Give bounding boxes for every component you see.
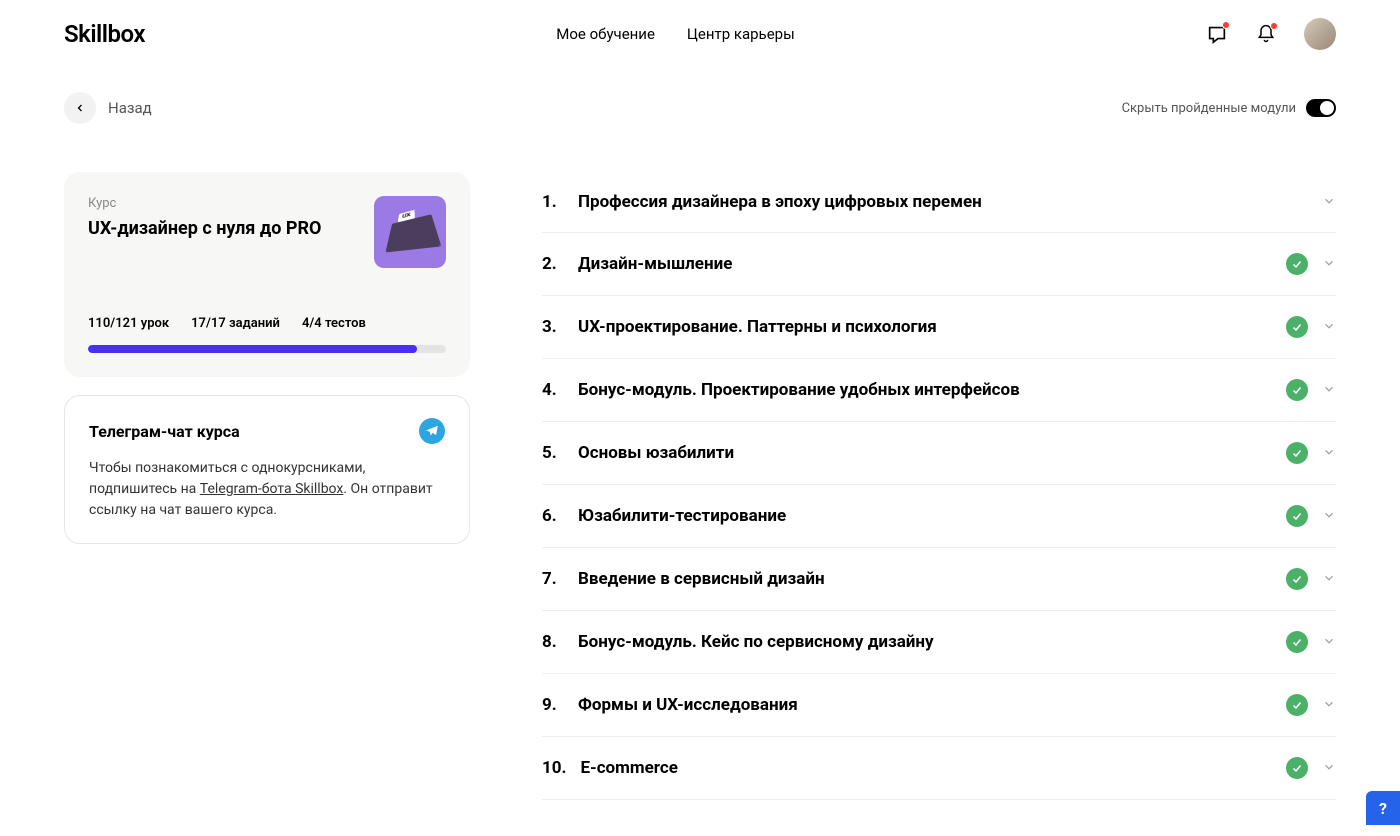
- chevron-down-icon: [1322, 381, 1336, 400]
- module-title: E-commerce: [580, 758, 677, 778]
- toggle-switch[interactable]: [1306, 99, 1336, 117]
- course-label: Курс: [88, 196, 321, 211]
- chevron-down-icon: [1322, 633, 1336, 652]
- content: Курс UX-дизайнер с нуля до PRO 110/121 у…: [0, 136, 1400, 836]
- stat-tests: 4/4 тестов: [302, 316, 366, 331]
- telegram-text: Чтобы познакомиться с однокурсниками, по…: [89, 458, 445, 521]
- chevron-down-icon: [1322, 570, 1336, 589]
- help-button[interactable]: ?: [1366, 791, 1400, 825]
- sidebar: Курс UX-дизайнер с нуля до PRO 110/121 у…: [64, 172, 470, 544]
- nav-links: Мое обучение Центр карьеры: [556, 25, 794, 43]
- chevron-down-icon: [1322, 696, 1336, 715]
- module-row[interactable]: 1. Профессия дизайнера в эпоху цифровых п…: [542, 172, 1336, 233]
- chat-badge-dot: [1222, 21, 1230, 29]
- header: Skillbox Мое обучение Центр карьеры: [0, 0, 1400, 68]
- check-icon: [1286, 505, 1308, 527]
- module-row[interactable]: 4. Бонус-модуль. Проектирование удобных и…: [542, 359, 1336, 422]
- hide-completed-toggle: Скрыть пройденные модули: [1122, 99, 1336, 117]
- back-button[interactable]: Назад: [64, 92, 152, 124]
- chat-icon[interactable]: [1206, 23, 1228, 45]
- bell-badge-dot: [1270, 22, 1278, 30]
- module-row[interactable]: 6. Юзабилити-тестирование: [542, 485, 1336, 548]
- check-icon: [1286, 316, 1308, 338]
- nav-career-center[interactable]: Центр карьеры: [687, 25, 795, 43]
- module-row[interactable]: 8. Бонус-модуль. Кейс по сервисному дизай…: [542, 611, 1336, 674]
- telegram-card: Телеграм-чат курса Чтобы познакомиться с…: [64, 395, 470, 544]
- chevron-down-icon: [1322, 193, 1336, 212]
- module-number: 2.: [542, 254, 564, 274]
- module-number: 10.: [542, 758, 566, 778]
- module-title: Юзабилити-тестирование: [578, 506, 786, 526]
- stat-lessons: 110/121 урок: [88, 316, 169, 331]
- topbar: Назад Скрыть пройденные модули: [0, 68, 1400, 136]
- module-title: Введение в сервисный дизайн: [578, 569, 825, 589]
- bell-icon[interactable]: [1256, 24, 1276, 44]
- module-number: 9.: [542, 695, 564, 715]
- telegram-icon[interactable]: [419, 418, 445, 444]
- module-title: Основы юзабилити: [578, 443, 734, 463]
- course-thumbnail: [374, 196, 446, 268]
- course-stats: 110/121 урок 17/17 заданий 4/4 тестов: [88, 316, 446, 331]
- chevron-down-icon: [1322, 759, 1336, 778]
- module-title: UX-проектирование. Паттерны и психология: [578, 317, 937, 337]
- header-right: [1206, 18, 1336, 50]
- telegram-link[interactable]: Telegram-бота Skillbox: [200, 481, 344, 497]
- laptop-icon: [385, 214, 441, 252]
- module-number: 1.: [542, 192, 564, 212]
- chevron-down-icon: [1322, 318, 1336, 337]
- modules-list: 1. Профессия дизайнера в эпоху цифровых п…: [542, 172, 1336, 800]
- progress-fill: [88, 345, 417, 353]
- module-number: 8.: [542, 632, 564, 652]
- nav-my-learning[interactable]: Мое обучение: [556, 25, 655, 43]
- check-icon: [1286, 631, 1308, 653]
- chevron-down-icon: [1322, 255, 1336, 274]
- module-number: 5.: [542, 443, 564, 463]
- logo[interactable]: Skillbox: [64, 20, 145, 48]
- check-icon: [1286, 568, 1308, 590]
- module-title: Профессия дизайнера в эпоху цифровых пер…: [578, 192, 982, 212]
- course-title: UX-дизайнер с нуля до PRO: [88, 217, 321, 240]
- module-row[interactable]: 7. Введение в сервисный дизайн: [542, 548, 1336, 611]
- check-icon: [1286, 379, 1308, 401]
- module-title: Бонус-модуль. Проектирование удобных инт…: [578, 380, 1020, 400]
- check-icon: [1286, 694, 1308, 716]
- module-row[interactable]: 9. Формы и UX-исследования: [542, 674, 1336, 737]
- chevron-down-icon: [1322, 444, 1336, 463]
- check-icon: [1286, 757, 1308, 779]
- module-title: Бонус-модуль. Кейс по сервисному дизайну: [578, 632, 934, 652]
- module-number: 7.: [542, 569, 564, 589]
- check-icon: [1286, 442, 1308, 464]
- back-label: Назад: [108, 99, 152, 117]
- toggle-label: Скрыть пройденные модули: [1122, 101, 1296, 116]
- module-number: 3.: [542, 317, 564, 337]
- chevron-down-icon: [1322, 507, 1336, 526]
- stat-tasks: 17/17 заданий: [191, 316, 280, 331]
- module-title: Дизайн-мышление: [578, 254, 732, 274]
- module-row[interactable]: 2. Дизайн-мышление: [542, 233, 1336, 296]
- module-number: 6.: [542, 506, 564, 526]
- back-icon: [64, 92, 96, 124]
- telegram-title: Телеграм-чат курса: [89, 422, 240, 441]
- module-row[interactable]: 10. E-commerce: [542, 737, 1336, 800]
- course-card: Курс UX-дизайнер с нуля до PRO 110/121 у…: [64, 172, 470, 377]
- check-icon: [1286, 253, 1308, 275]
- module-number: 4.: [542, 380, 564, 400]
- progress-bar: [88, 345, 446, 353]
- module-row[interactable]: 5. Основы юзабилити: [542, 422, 1336, 485]
- module-row[interactable]: 3. UX-проектирование. Паттерны и психолог…: [542, 296, 1336, 359]
- avatar[interactable]: [1304, 18, 1336, 50]
- module-title: Формы и UX-исследования: [578, 695, 798, 715]
